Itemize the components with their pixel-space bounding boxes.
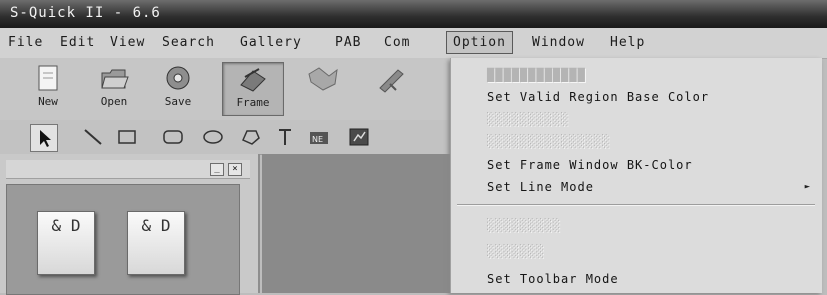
drawing-toolbar: NE bbox=[0, 120, 450, 155]
menu-bar: File Edit View Search Gallery PAB Com Op… bbox=[0, 28, 827, 59]
option-item-8: ░░░░░░░ bbox=[487, 244, 545, 258]
ellipse-tool[interactable] bbox=[200, 124, 226, 150]
rectangle-icon bbox=[118, 130, 136, 144]
set-line-mode-item[interactable]: Set Line Mode bbox=[487, 180, 594, 194]
panel-minimize-button[interactable]: _ bbox=[210, 163, 224, 176]
rounded-rectangle-icon bbox=[163, 130, 183, 144]
image-icon: NE bbox=[310, 132, 328, 144]
image-tool[interactable]: NE bbox=[306, 124, 332, 150]
pointer-tool[interactable] bbox=[30, 124, 58, 152]
chart-icon bbox=[349, 128, 369, 146]
panel-close-button[interactable]: × bbox=[228, 163, 242, 176]
open-folder-icon bbox=[101, 69, 129, 89]
panel-header: _ × bbox=[6, 160, 250, 179]
text-icon bbox=[279, 129, 291, 145]
main-toolbar: New Open Save Frame bbox=[0, 58, 450, 121]
set-frame-window-bk-color-item[interactable]: Set Frame Window BK-Color bbox=[487, 158, 693, 172]
frame-icon bbox=[240, 68, 266, 92]
symbol-area: & D & D bbox=[6, 184, 240, 295]
set-valid-region-base-color-item[interactable]: Set Valid Region Base Color bbox=[487, 90, 709, 104]
insert-tool[interactable] bbox=[346, 124, 372, 150]
menu-edit[interactable]: Edit bbox=[60, 35, 95, 50]
menu-help[interactable]: Help bbox=[610, 35, 645, 50]
window-title: S-Quick II - 6.6 bbox=[10, 5, 161, 21]
polygon-icon bbox=[242, 130, 260, 145]
pointer-icon bbox=[40, 130, 51, 147]
option-menu: ████████████ Set Valid Region Base Color… bbox=[450, 58, 822, 293]
toolbar-button-6[interactable] bbox=[362, 62, 422, 114]
new-button-label: New bbox=[38, 95, 58, 108]
frame-button-label: Frame bbox=[236, 96, 270, 109]
rectangle-tool[interactable] bbox=[114, 124, 140, 150]
save-icon bbox=[166, 66, 190, 90]
work-area[interactable] bbox=[262, 154, 450, 293]
menu-window[interactable]: Window bbox=[532, 35, 585, 50]
line-tool[interactable] bbox=[80, 124, 106, 150]
menu-pab[interactable]: PAB bbox=[335, 35, 361, 50]
text-tool[interactable] bbox=[272, 124, 298, 150]
menu-file[interactable]: File bbox=[8, 35, 43, 50]
save-button-label: Save bbox=[164, 95, 192, 108]
rounded-rectangle-tool[interactable] bbox=[160, 124, 186, 150]
frame-button[interactable]: Frame bbox=[222, 62, 284, 116]
option-item-3: ░░░░░░░░░░ bbox=[487, 112, 570, 126]
menu-com[interactable]: Com bbox=[384, 35, 410, 50]
menu-separator bbox=[457, 204, 815, 206]
new-file-icon bbox=[38, 65, 58, 91]
menu-gallery[interactable]: Gallery bbox=[240, 35, 302, 50]
network-icon bbox=[308, 67, 338, 91]
gallery-panel: _ × & D & D bbox=[0, 154, 260, 295]
symbol-tile-2[interactable]: & D bbox=[127, 211, 185, 275]
menu-view[interactable]: View bbox=[110, 35, 145, 50]
open-button-label: Open bbox=[100, 95, 128, 108]
title-bar: S-Quick II - 6.6 bbox=[0, 0, 827, 28]
set-toolbar-mode-item[interactable]: Set Toolbar Mode bbox=[487, 272, 619, 286]
option-item-4: ░░░░░░░░░░░░░░░ bbox=[487, 134, 611, 148]
option-item-1: ████████████ bbox=[487, 68, 586, 82]
menu-option[interactable]: Option bbox=[446, 31, 513, 54]
svg-text:NE: NE bbox=[312, 135, 323, 144]
save-button[interactable]: Save bbox=[148, 62, 208, 114]
menu-search[interactable]: Search bbox=[162, 35, 215, 50]
open-button[interactable]: Open bbox=[84, 62, 144, 114]
symbol-tile-1[interactable]: & D bbox=[37, 211, 95, 275]
pen-icon bbox=[379, 69, 404, 93]
option-item-7: ░░░░░░░░░ bbox=[487, 218, 562, 232]
line-icon bbox=[84, 129, 102, 145]
submenu-arrow-icon: ► bbox=[804, 182, 810, 192]
toolbar-button-5[interactable] bbox=[292, 62, 352, 114]
polygon-tool[interactable] bbox=[238, 124, 264, 150]
new-button[interactable]: New bbox=[18, 62, 78, 114]
ellipse-icon bbox=[203, 130, 223, 144]
